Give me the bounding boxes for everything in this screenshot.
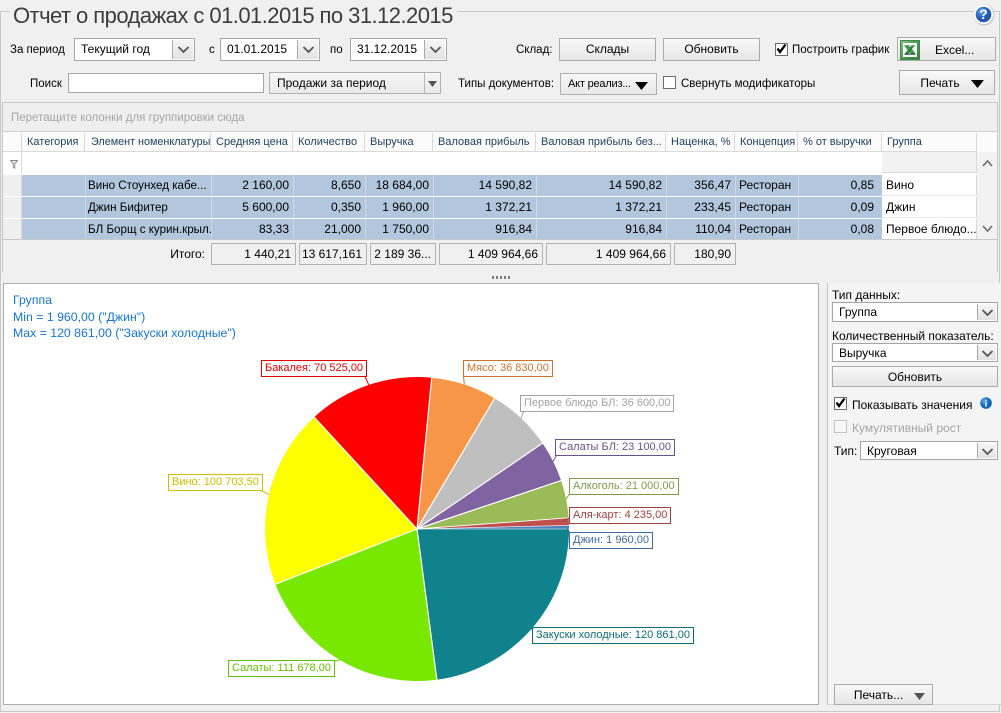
svg-text:?: ? — [979, 7, 987, 22]
